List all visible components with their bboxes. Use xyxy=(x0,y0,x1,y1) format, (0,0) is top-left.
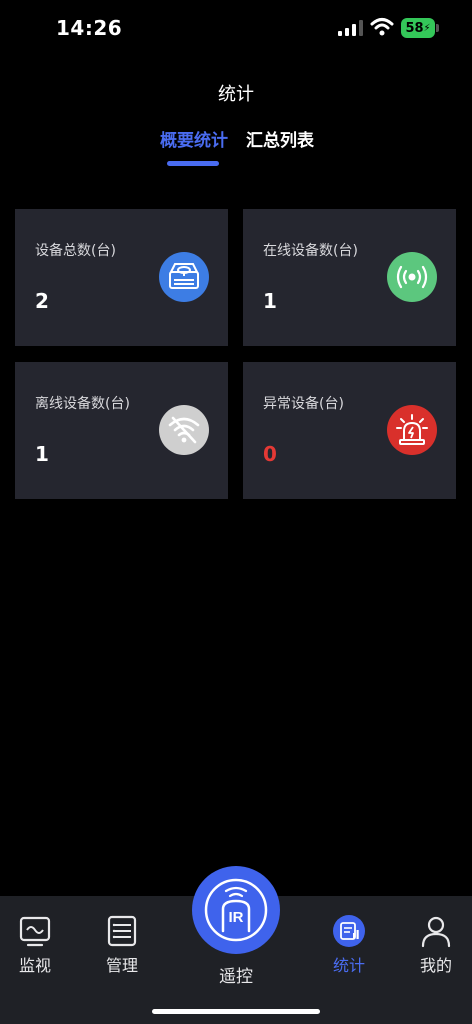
card-value: 1 xyxy=(35,442,49,466)
battery-level: 58 xyxy=(405,20,424,36)
nav-stats[interactable]: 统计 xyxy=(314,914,384,976)
nav-manage[interactable]: 管理 xyxy=(87,914,157,976)
ir-badge-text: IR xyxy=(229,909,244,926)
card-label: 设备总数(台) xyxy=(35,243,116,259)
remote-control-label: 遥控 xyxy=(219,967,253,987)
broadcast-signal-icon xyxy=(387,252,437,302)
card-label: 异常设备(台) xyxy=(263,396,344,412)
segment-tabs: 概要统计 汇总列表 xyxy=(0,126,472,170)
nav-mine[interactable]: 我的 xyxy=(401,914,471,976)
user-icon xyxy=(421,916,451,948)
card-value: 2 xyxy=(35,289,49,313)
wifi-icon xyxy=(370,18,394,36)
page-title: 统计 xyxy=(218,84,254,105)
card-label: 在线设备数(台) xyxy=(263,243,358,259)
stats-doc-icon xyxy=(333,915,365,947)
battery-icon: 58 ⚡ xyxy=(401,18,435,38)
list-manage-icon xyxy=(107,915,137,947)
cellular-signal-icon xyxy=(338,20,363,36)
remote-control-button[interactable]: IR xyxy=(192,866,280,954)
card-abnormal-devices[interactable]: 异常设备(台) 0 xyxy=(243,362,456,499)
wifi-off-icon xyxy=(159,405,209,455)
nav-label: 监视 xyxy=(18,956,51,975)
tab-active-indicator xyxy=(167,161,219,166)
status-bar: 14:26 58 ⚡ xyxy=(0,0,472,58)
nav-monitor[interactable]: 监视 xyxy=(0,914,70,976)
monitor-icon xyxy=(19,916,51,947)
alarm-light-icon xyxy=(387,405,437,455)
card-offline-devices[interactable]: 离线设备数(台) 1 xyxy=(15,362,228,499)
card-value: 0 xyxy=(263,442,277,466)
ir-remote-icon: IR xyxy=(204,878,268,942)
nav-label: 管理 xyxy=(105,956,138,975)
card-total-devices[interactable]: 设备总数(台) 2 xyxy=(15,209,228,346)
tab-overview[interactable]: 概要统计 xyxy=(160,126,228,151)
home-indicator[interactable] xyxy=(152,1009,320,1014)
nav-label: 我的 xyxy=(419,956,452,975)
card-label: 离线设备数(台) xyxy=(35,396,130,412)
card-online-devices[interactable]: 在线设备数(台) 1 xyxy=(243,209,456,346)
status-time: 14:26 xyxy=(56,16,123,40)
device-box-icon xyxy=(159,252,209,302)
nav-label: 统计 xyxy=(332,956,365,975)
card-value: 1 xyxy=(263,289,277,313)
tab-summary-list[interactable]: 汇总列表 xyxy=(246,126,314,151)
battery-tip xyxy=(436,24,439,32)
